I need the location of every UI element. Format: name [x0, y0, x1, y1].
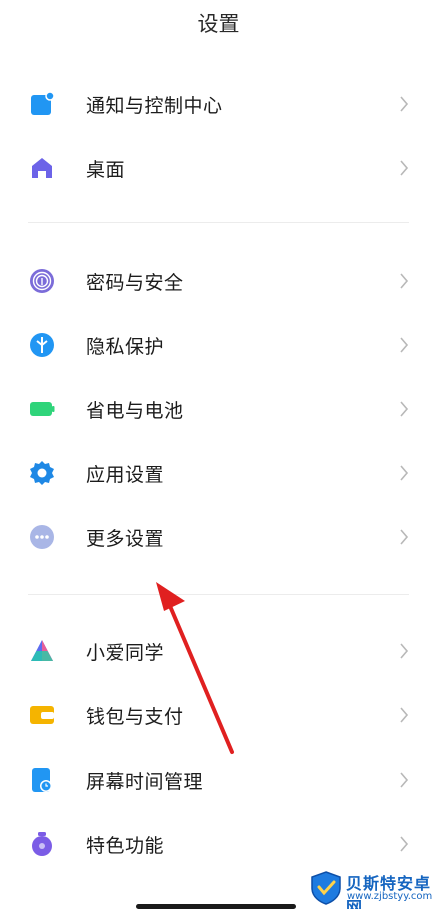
settings-item-label: 屏幕时间管理 — [86, 770, 204, 793]
settings-item-label: 小爱同学 — [86, 641, 165, 664]
settings-item-label: 应用设置 — [86, 463, 165, 486]
settings-item-wallet[interactable]: 钱包与支付 — [0, 687, 437, 743]
settings-item-screen-time[interactable]: 屏幕时间管理 — [0, 752, 437, 808]
settings-item-label: 更多设置 — [86, 527, 165, 550]
home-icon — [28, 154, 56, 182]
chevron-right-icon — [397, 463, 411, 483]
settings-item-label: 特色功能 — [86, 834, 165, 857]
chevron-right-icon — [397, 158, 411, 178]
more-dots-icon — [28, 523, 56, 551]
settings-item-password-security[interactable]: 密码与安全 — [0, 253, 437, 309]
page-title: 设置 — [197, 12, 240, 36]
watermark-url: www.zjbstyy.com — [347, 891, 433, 902]
shield-icon — [311, 871, 341, 905]
notification-icon — [28, 90, 56, 118]
settings-item-label: 钱包与支付 — [86, 705, 184, 728]
fingerprint-icon — [28, 267, 56, 295]
settings-item-desktop[interactable]: 桌面 — [0, 140, 437, 196]
section-divider — [28, 594, 409, 595]
watermark-logo: 贝斯特安卓网 www.zjbstyy.com — [306, 868, 437, 909]
settings-item-xiaoai[interactable]: 小爱同学 — [0, 623, 437, 679]
chevron-right-icon — [397, 335, 411, 355]
chevron-right-icon — [397, 641, 411, 661]
settings-item-label: 密码与安全 — [86, 271, 184, 294]
gear-icon — [28, 459, 56, 487]
settings-item-label: 隐私保护 — [86, 335, 165, 358]
battery-icon — [28, 395, 56, 423]
settings-item-label: 省电与电池 — [86, 399, 184, 422]
settings-item-app-settings[interactable]: 应用设置 — [0, 445, 437, 501]
chevron-right-icon — [397, 834, 411, 854]
chevron-right-icon — [397, 94, 411, 114]
chevron-right-icon — [397, 399, 411, 419]
chevron-right-icon — [397, 527, 411, 547]
settings-item-more-settings[interactable]: 更多设置 — [0, 509, 437, 565]
section-divider — [28, 222, 409, 223]
settings-item-label: 通知与控制中心 — [86, 94, 223, 117]
wallet-icon — [28, 701, 56, 729]
screen-time-icon — [28, 766, 56, 794]
settings-item-privacy[interactable]: 隐私保护 — [0, 317, 437, 373]
chevron-right-icon — [397, 770, 411, 790]
title-bar: 设置 — [0, 0, 437, 46]
settings-item-notifications[interactable]: 通知与控制中心 — [0, 76, 437, 132]
home-indicator[interactable] — [136, 904, 296, 909]
xiaoai-icon — [28, 637, 56, 665]
settings-item-battery[interactable]: 省电与电池 — [0, 381, 437, 437]
privacy-shield-icon — [28, 331, 56, 359]
feature-icon — [28, 830, 56, 858]
settings-item-label: 桌面 — [86, 158, 126, 181]
watermark-title: 贝斯特安卓网 — [346, 874, 432, 909]
chevron-right-icon — [397, 271, 411, 291]
settings-item-features[interactable]: 特色功能 — [0, 816, 437, 872]
chevron-right-icon — [397, 705, 411, 725]
